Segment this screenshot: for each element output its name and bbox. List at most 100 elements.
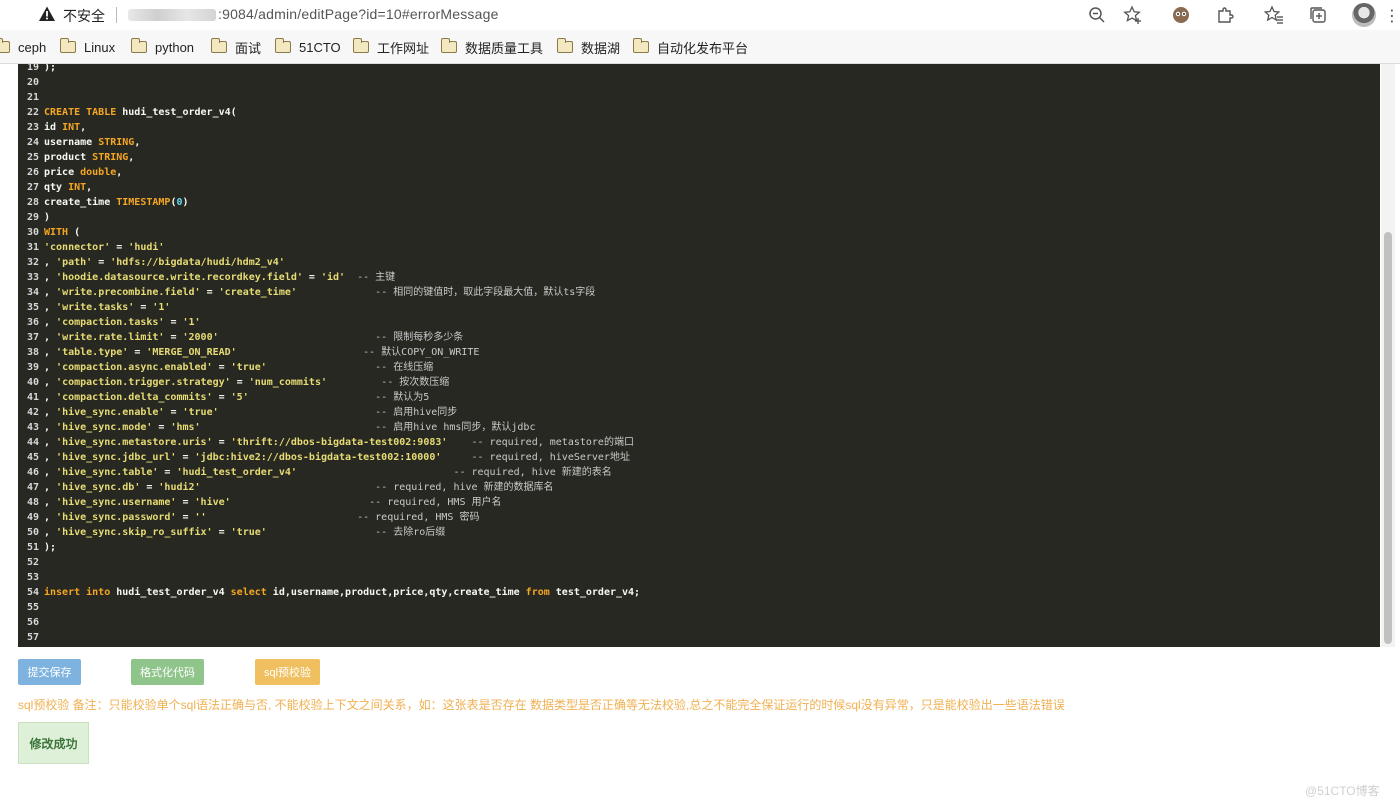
- code-token: =: [212, 437, 231, 448]
- code-line[interactable]: 42, 'hive_sync.enable' = 'true' -- 启用hiv…: [18, 405, 1380, 420]
- code-token: '1': [182, 317, 201, 328]
- bookmark-51cto[interactable]: 51CTO: [274, 38, 341, 56]
- code-line[interactable]: 31 'connector' = 'hudi': [18, 240, 1380, 255]
- format-code-button[interactable]: 格式化代码: [131, 659, 204, 685]
- code-line[interactable]: 26 price double,: [18, 165, 1380, 180]
- url-field[interactable]: :9084/admin/editPage?id=10#errorMessage: [128, 6, 499, 22]
- code-line[interactable]: 47, 'hive_sync.db' = 'hudi2' -- required…: [18, 480, 1380, 495]
- code-token: '2000': [182, 332, 219, 343]
- code-line[interactable]: 50 , 'hive_sync.skip_ro_suffix' = 'true' …: [18, 525, 1380, 540]
- code-line[interactable]: 53: [18, 570, 1380, 585]
- code-token: -- required, HMS 用户名: [369, 497, 502, 508]
- code-line[interactable]: 34, 'write.precombine.field' = 'create_t…: [18, 285, 1380, 300]
- code-text: CREATE TABLE hudi_test_order_v4(: [44, 105, 237, 120]
- bookmark-auto-release-platform[interactable]: 自动化发布平台: [632, 38, 749, 56]
- code-token: =: [176, 512, 195, 523]
- code-line[interactable]: 33, 'hoodie.datasource.write.recordkey.f…: [18, 270, 1380, 285]
- line-number: 39: [26, 362, 39, 373]
- code-line[interactable]: 48, 'hive_sync.username' = 'hive' -- req…: [18, 495, 1380, 510]
- favorites-icon[interactable]: [1263, 4, 1285, 26]
- line-number: 47: [26, 482, 39, 493]
- bookmark-label: 自动化发布平台: [657, 40, 749, 56]
- code-line[interactable]: 51);: [18, 540, 1380, 555]
- code-line[interactable]: 41, 'compaction.delta_commits' = '5' -- …: [18, 390, 1380, 405]
- bookmark-data-quality-tools[interactable]: 数据质量工具: [440, 38, 543, 56]
- bookmark-label: 数据湖: [581, 40, 621, 56]
- code-line[interactable]: 22 CREATE TABLE hudi_test_order_v4(: [18, 105, 1380, 120]
- code-line[interactable]: 29): [18, 210, 1380, 225]
- code-token: ,: [116, 167, 123, 178]
- code-line[interactable]: 55: [18, 600, 1380, 615]
- sql-precheck-button[interactable]: sql预校验: [255, 659, 320, 685]
- extensions-puzzle-icon[interactable]: [1214, 4, 1236, 26]
- bookmark-python[interactable]: python: [130, 38, 194, 56]
- code-line[interactable]: 35, 'write.tasks' = '1': [18, 300, 1380, 315]
- code-line[interactable]: 20: [18, 75, 1380, 90]
- code-line[interactable]: 45, 'hive_sync.jdbc_url' = 'jdbc:hive2:/…: [18, 450, 1380, 465]
- security-label[interactable]: 不安全: [63, 6, 105, 26]
- code-token: ,: [44, 287, 57, 298]
- profile-avatar[interactable]: [1352, 3, 1376, 27]
- code-line[interactable]: 56: [18, 615, 1380, 630]
- code-text: , 'hive_sync.skip_ro_suffix' = 'true' --…: [44, 525, 445, 540]
- more-menu-icon[interactable]: ⋮: [1384, 6, 1400, 26]
- add-favorite-icon[interactable]: [1122, 4, 1144, 26]
- bookmark-interview[interactable]: 面试: [210, 38, 261, 56]
- line-number: 33: [26, 272, 39, 283]
- code-text: , 'hive_sync.password' = '' -- required,…: [44, 510, 479, 525]
- code-token: username: [44, 137, 99, 148]
- line-number: 46: [26, 467, 39, 478]
- code-line[interactable]: 30 WITH (: [18, 225, 1380, 240]
- bookmarks-bar: ceph Linux python 面试 51CTO 工作网址 数据质量工具 数…: [0, 30, 1400, 64]
- code-token: 'hive_sync.mode': [56, 422, 153, 433]
- code-line[interactable]: 28 create_time TIMESTAMP(0): [18, 195, 1380, 210]
- code-line[interactable]: 32, 'path' = 'hdfs://bigdata/hudi/hdm2_v…: [18, 255, 1380, 270]
- code-line[interactable]: 57: [18, 630, 1380, 645]
- line-number: 19: [26, 64, 39, 73]
- zoom-out-icon[interactable]: [1086, 4, 1108, 26]
- code-line[interactable]: 25 product STRING,: [18, 150, 1380, 165]
- code-line[interactable]: 40, 'compaction.trigger.strategy' = 'num…: [18, 375, 1380, 390]
- code-token: ,: [44, 347, 57, 358]
- code-token: 'hdfs://bigdata/hudi/hdm2_v4': [110, 257, 285, 268]
- warning-icon[interactable]: [38, 5, 56, 23]
- code-line[interactable]: 43, 'hive_sync.mode' = 'hms' -- 启用hive h…: [18, 420, 1380, 435]
- code-line[interactable]: 39 , 'compaction.async.enabled' = 'true' …: [18, 360, 1380, 375]
- sql-code-editor[interactable]: 19); 20 21 22 CREATE TABLE hudi_test_order_v…: [18, 64, 1380, 647]
- code-line[interactable]: 19);: [18, 64, 1380, 75]
- code-line[interactable]: 54 insert into hudi_test_order_v4 select …: [18, 585, 1380, 600]
- bookmark-work-sites[interactable]: 工作网址: [352, 38, 429, 56]
- code-token: ,: [44, 497, 57, 508]
- code-text: );: [44, 64, 56, 75]
- code-line[interactable]: 46, 'hive_sync.table' = 'hudi_test_order…: [18, 465, 1380, 480]
- bookmark-ceph[interactable]: ceph: [0, 38, 46, 56]
- code-line[interactable]: 37, 'write.rate.limit' = '2000' -- 限制每秒多…: [18, 330, 1380, 345]
- code-line[interactable]: 44, 'hive_sync.metastore.uris' = 'thrift…: [18, 435, 1380, 450]
- submit-save-button[interactable]: 提交保存: [18, 659, 81, 685]
- code-line[interactable]: 23 id INT,: [18, 120, 1380, 135]
- browser-toolbar: 不安全 :9084/admin/editPage?id=10#errorMess…: [0, 0, 1400, 30]
- line-number: 30: [26, 227, 39, 238]
- code-line[interactable]: 27 qty INT,: [18, 180, 1380, 195]
- code-token: 'hive_sync.metastore.uris': [56, 437, 213, 448]
- bookmark-data-lake[interactable]: 数据湖: [556, 38, 621, 56]
- extension-icon[interactable]: [1170, 4, 1192, 26]
- code-line[interactable]: 38, 'table.type' = 'MERGE_ON_READ' -- 默认…: [18, 345, 1380, 360]
- code-token: =: [110, 242, 129, 253]
- code-text: id INT,: [44, 120, 86, 135]
- code-token: id,username,product,price,qty,create_tim…: [266, 587, 526, 598]
- code-line[interactable]: 21: [18, 90, 1380, 105]
- editor-scrollbar-thumb[interactable]: [1384, 232, 1392, 644]
- bookmark-linux[interactable]: Linux: [59, 38, 115, 56]
- code-line[interactable]: 36, 'compaction.tasks' = '1': [18, 315, 1380, 330]
- code-line[interactable]: 49, 'hive_sync.password' = '' -- require…: [18, 510, 1380, 525]
- code-text: , 'hive_sync.username' = 'hive' -- requi…: [44, 495, 502, 510]
- code-line[interactable]: 52: [18, 555, 1380, 570]
- code-token: ,: [134, 137, 141, 148]
- code-line[interactable]: 24 username STRING,: [18, 135, 1380, 150]
- code-token: ,: [44, 302, 57, 313]
- line-number: 31: [26, 242, 39, 253]
- collections-icon[interactable]: [1307, 4, 1329, 26]
